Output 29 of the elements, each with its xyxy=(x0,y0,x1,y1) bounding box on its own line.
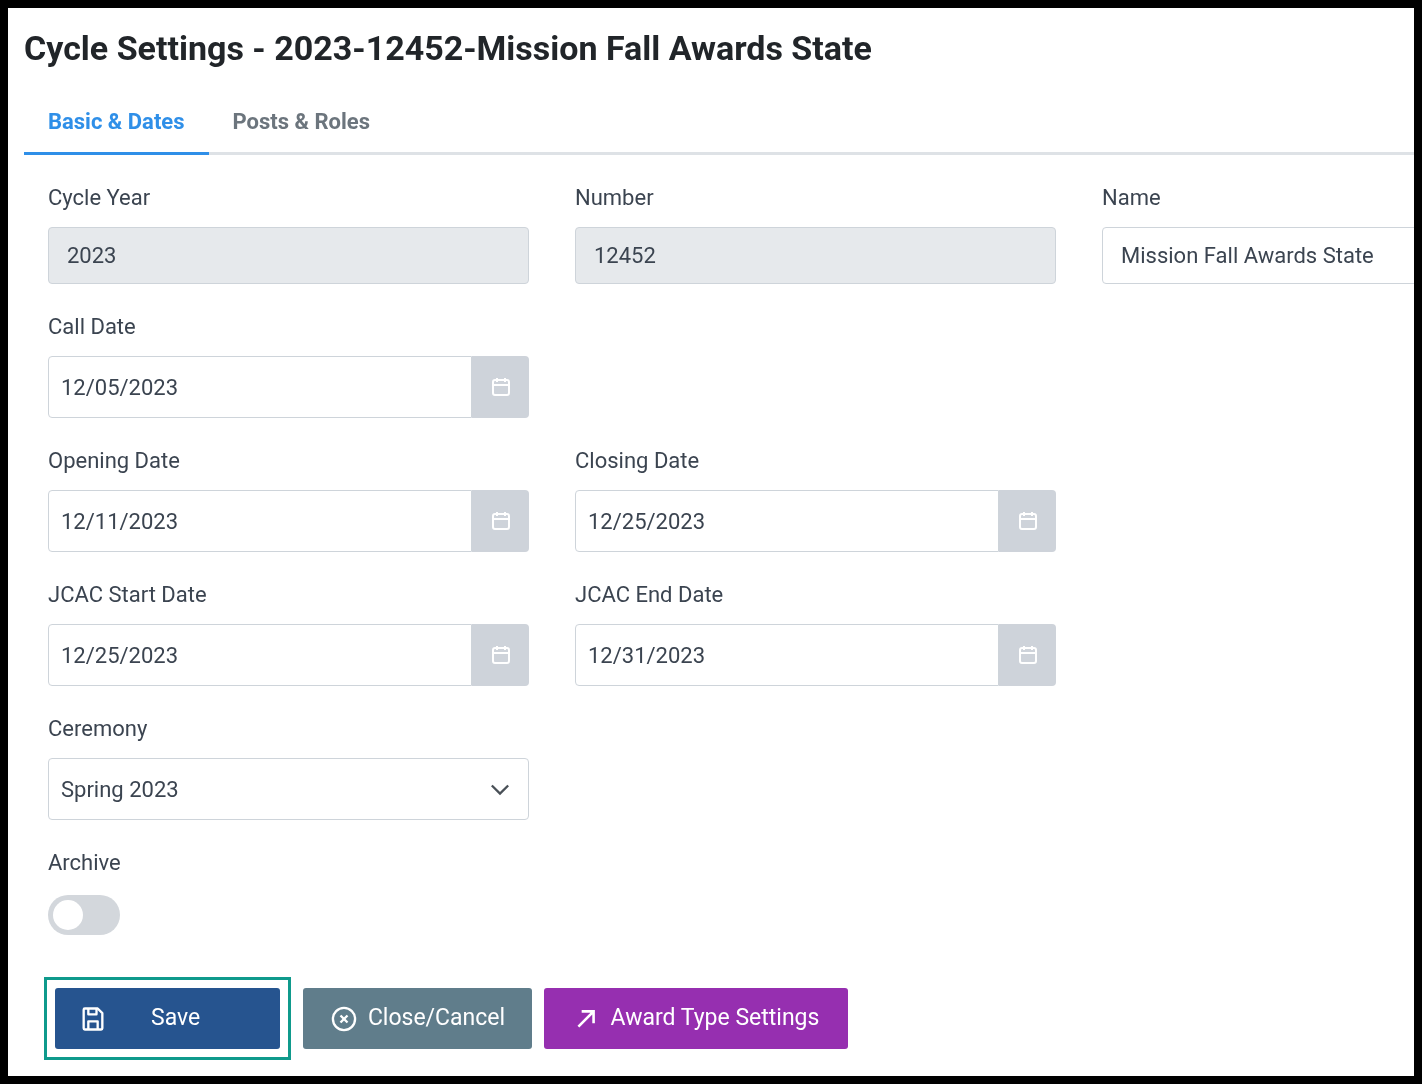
field-label: Call Date xyxy=(48,313,136,341)
field-label: Cycle Year xyxy=(48,184,151,212)
date-field[interactable]: 12/25/2023 xyxy=(48,624,472,686)
date-field[interactable]: 12/31/2023 xyxy=(575,624,999,686)
calendar-button[interactable] xyxy=(999,490,1056,552)
dropdown[interactable]: Spring 2023 xyxy=(48,758,529,820)
calendar-button[interactable] xyxy=(472,356,529,418)
toggle-switch[interactable] xyxy=(48,895,120,935)
tab[interactable]: Posts & Roles xyxy=(208,90,394,155)
circled-x-icon xyxy=(329,1004,358,1033)
page-title: Cycle Settings - 2023-12452-Mission Fall Awards State xyxy=(24,28,872,68)
field-label: JCAC Start Date xyxy=(48,581,207,609)
field-label: Closing Date xyxy=(575,447,700,475)
field-label: Ceremony xyxy=(48,715,148,743)
save-button[interactable]: Save xyxy=(55,988,280,1049)
link-button[interactable]: Award Type Settings xyxy=(544,988,848,1049)
text-field[interactable]: Mission Fall Awards State xyxy=(1102,227,1414,284)
cancel-button[interactable]: Close/Cancel xyxy=(303,988,532,1049)
field-label: Number xyxy=(575,184,654,212)
date-field[interactable]: 12/11/2023 xyxy=(48,490,472,552)
field-label: JCAC End Date xyxy=(575,581,724,609)
field-label: Name xyxy=(1102,184,1161,212)
field-label: Opening Date xyxy=(48,447,180,475)
date-field[interactable]: 12/25/2023 xyxy=(575,490,999,552)
calendar-button[interactable] xyxy=(999,624,1056,686)
field-label: Archive xyxy=(48,849,121,877)
date-field[interactable]: 12/05/2023 xyxy=(48,356,472,418)
calendar-button[interactable] xyxy=(472,490,529,552)
calendar-button[interactable] xyxy=(472,624,529,686)
